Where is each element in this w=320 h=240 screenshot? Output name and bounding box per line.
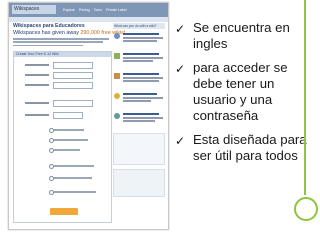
bullet-text: Esta diseñada para ser útil para todos [193,132,307,163]
form-row [17,100,109,107]
promo-box [113,169,165,197]
checkmark-icon: ✓ [175,62,186,76]
nav-item-pricing[interactable]: Pricing [79,6,90,14]
form-row [17,62,109,69]
username-field[interactable] [53,62,93,69]
checkmark-icon: ✓ [175,22,186,36]
page-title: Wikispaces para Educadores [13,23,85,29]
site-logo: Wikispaces [12,5,56,14]
create-wiki-button[interactable] [50,208,78,215]
form-title: Create Your Free K-12 Wiki [14,52,111,57]
checkmark-icon: ✓ [175,134,186,148]
password-field[interactable] [53,72,93,79]
sidebar-title: What can you do with a wiki? [113,23,165,29]
promo-box [113,133,165,165]
nav-item-private-label[interactable]: Private Label [106,6,126,14]
bullet-item: ✓ para acceder se debe tener un usuario … [175,60,317,124]
signup-form: Create Your Free K-12 Wiki [13,51,112,223]
nav-item-explore[interactable]: Explore [63,6,75,14]
star-icon [114,93,120,99]
feature-item [113,51,165,69]
subtitle-text: Wikispaces has given away [13,30,81,36]
feature-item [113,111,165,129]
header-strip [9,17,168,22]
feature-item [113,91,165,109]
bullet-item: ✓ Se encuentra en ingles [175,20,317,52]
form-row [17,72,109,79]
form-row [17,112,109,119]
features-sidebar: What can you do with a wiki? [113,23,165,228]
people-icon [114,33,120,39]
slide: Wikispaces Explore Pricing Tours Private… [0,0,320,240]
bullet-text: Se encuentra en ingles [193,20,290,51]
bullet-item: ✓ Esta diseñada para ser útil para todos [175,132,317,164]
class-icon [114,53,120,59]
nav-item-tours[interactable]: Tours [94,6,103,14]
bullet-text: para acceder se debe tener un usuario y … [193,60,288,123]
feature-item [113,71,165,89]
wiki-type-select[interactable] [53,112,83,119]
intro-paragraph [13,38,109,48]
email-field[interactable] [53,82,93,89]
book-icon [114,73,120,79]
site-nav: Explore Pricing Tours Private Label [63,6,165,14]
decorative-circle [294,197,318,221]
site-header: Wikispaces Explore Pricing Tours Private… [9,3,168,17]
form-row [17,82,109,89]
wiki-name-field[interactable] [53,100,93,107]
decorative-line [304,0,306,195]
page-subtitle: Wikispaces has given away 290,000 free w… [13,30,125,36]
globe-icon [114,113,120,119]
feature-item [113,31,165,49]
bullet-list: ✓ Se encuentra en ingles ✓ para acceder … [175,20,317,172]
wikispaces-screenshot: Wikispaces Explore Pricing Tours Private… [8,2,169,230]
